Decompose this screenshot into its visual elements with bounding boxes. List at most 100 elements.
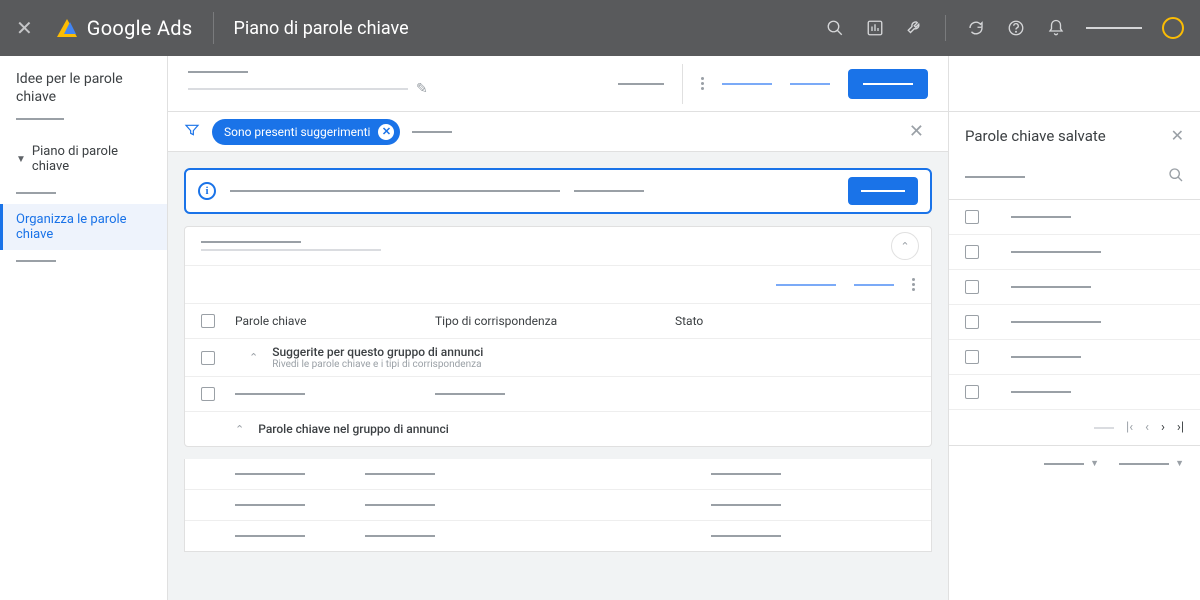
card-actions-row [185, 265, 931, 303]
cell-placeholder [365, 535, 435, 537]
link-placeholder[interactable] [854, 284, 894, 286]
chip-remove-icon[interactable]: ✕ [378, 124, 394, 140]
toolbar-placeholder [618, 83, 664, 85]
link-placeholder[interactable] [722, 83, 772, 85]
avatar[interactable] [1162, 17, 1184, 39]
row-checkbox[interactable] [965, 245, 979, 259]
callout-text-placeholder [230, 190, 560, 192]
in-group-row[interactable]: ⌃ Parole chiave nel gruppo di annunci [185, 411, 931, 446]
row-checkbox[interactable] [965, 385, 979, 399]
button-label-placeholder [863, 83, 913, 85]
col-status[interactable]: Stato [675, 314, 915, 328]
link-placeholder[interactable] [776, 284, 836, 286]
refresh-icon[interactable] [966, 18, 986, 38]
sidebar-item-plan[interactable]: ▼ Piano di parole chiave [0, 136, 167, 182]
more-vert-icon[interactable] [701, 77, 704, 90]
caret-down-icon: ▼ [1175, 458, 1184, 469]
search-icon[interactable] [825, 18, 845, 38]
dropdown[interactable]: ▼ [1044, 458, 1099, 469]
select-all-checkbox[interactable] [201, 314, 215, 328]
dd-placeholder [1044, 463, 1084, 465]
col-match-type[interactable]: Tipo di corrispondenza [435, 314, 675, 328]
reports-icon[interactable] [865, 18, 885, 38]
cell-placeholder [235, 535, 305, 537]
prev-page-button[interactable]: ‹ [1145, 420, 1149, 435]
primary-action-button[interactable] [848, 69, 928, 99]
tools-icon[interactable] [905, 18, 925, 38]
ads-logo-icon [57, 19, 77, 37]
sidebar-placeholder[interactable] [16, 192, 56, 194]
sidebar-item-organize[interactable]: Organizza le parole chiave [0, 204, 167, 250]
last-page-button[interactable]: ›| [1177, 420, 1184, 435]
table-row[interactable] [185, 459, 931, 489]
link-placeholder[interactable] [790, 83, 830, 85]
account-placeholder[interactable] [1086, 27, 1142, 29]
search-icon[interactable] [1168, 167, 1184, 187]
cell-placeholder [711, 473, 781, 475]
cell-placeholder [235, 473, 305, 475]
list-item[interactable] [949, 305, 1200, 340]
callout-action-button[interactable] [848, 177, 918, 205]
help-icon[interactable] [1006, 18, 1026, 38]
product-logo[interactable]: Google Ads [57, 16, 193, 40]
dropdown[interactable]: ▼ [1119, 458, 1184, 469]
search-placeholder[interactable] [965, 176, 1025, 178]
header-divider [213, 12, 214, 44]
page-title: Piano di parole chiave [234, 18, 409, 39]
row-checkbox[interactable] [965, 280, 979, 294]
subtitle-placeholder [188, 88, 408, 90]
app-header: ✕ Google Ads Piano di parole chiave [0, 0, 1200, 56]
toolbar: ✎ [168, 56, 948, 112]
card-header: ⌃ [185, 227, 931, 265]
filter-icon[interactable] [184, 122, 200, 142]
list-item[interactable] [949, 375, 1200, 410]
info-callout: i [184, 168, 932, 214]
row-checkbox[interactable] [201, 387, 215, 401]
icon-divider [945, 15, 946, 41]
col-keywords[interactable]: Parole chiave [235, 314, 435, 328]
left-sidebar: Idee per le parole chiave ▼ Piano di par… [0, 56, 168, 600]
panel-spacer [949, 56, 1200, 112]
sidebar-section-title: Idee per le parole chiave [0, 70, 167, 106]
suggested-group-row[interactable]: ⌃ Suggerite per questo gruppo di annunci… [185, 338, 931, 376]
list-item[interactable] [949, 270, 1200, 305]
close-icon[interactable]: ✕ [16, 16, 33, 40]
row-checkbox[interactable] [965, 350, 979, 364]
cell-placeholder [365, 473, 435, 475]
list-item[interactable] [949, 200, 1200, 235]
button-label-placeholder [861, 190, 905, 192]
row-checkbox[interactable] [965, 210, 979, 224]
panel-close-icon[interactable]: ✕ [1171, 126, 1184, 145]
filter-chip-suggestions[interactable]: Sono presenti suggerimenti ✕ [212, 119, 400, 145]
filter-close-icon[interactable]: ✕ [901, 117, 932, 146]
sidebar-placeholder[interactable] [16, 260, 56, 262]
chevron-up-icon[interactable]: ⌃ [235, 423, 244, 436]
page-info-placeholder [1094, 427, 1114, 429]
panel-footer: ▼ ▼ [949, 446, 1200, 481]
filter-placeholder [412, 131, 452, 133]
table-row[interactable] [185, 376, 931, 411]
suggested-subtitle: Rivedi le parole chiave e i tipi di corr… [272, 359, 483, 370]
row-checkbox[interactable] [965, 315, 979, 329]
first-page-button[interactable]: |‹ [1126, 420, 1133, 435]
item-placeholder [1011, 391, 1071, 393]
list-item[interactable] [949, 340, 1200, 375]
item-placeholder [1011, 251, 1101, 253]
table-row[interactable] [185, 489, 931, 520]
caret-down-icon: ▼ [1090, 458, 1099, 469]
more-vert-icon[interactable] [912, 278, 915, 291]
row-checkbox[interactable] [201, 351, 215, 365]
panel-header: Parole chiave salvate ✕ [949, 112, 1200, 159]
collapse-button[interactable]: ⌃ [891, 232, 919, 260]
table-row[interactable] [185, 520, 931, 551]
dd-placeholder [1119, 463, 1169, 465]
item-placeholder [1011, 321, 1101, 323]
list-item[interactable] [949, 235, 1200, 270]
next-page-button[interactable]: › [1161, 420, 1165, 435]
panel-title: Parole chiave salvate [965, 127, 1106, 145]
cell-placeholder [235, 393, 305, 395]
notifications-icon[interactable] [1046, 18, 1066, 38]
suggested-title: Suggerite per questo gruppo di annunci [272, 345, 483, 359]
chevron-up-icon[interactable]: ⌃ [249, 351, 258, 364]
edit-icon[interactable]: ✎ [416, 81, 428, 97]
